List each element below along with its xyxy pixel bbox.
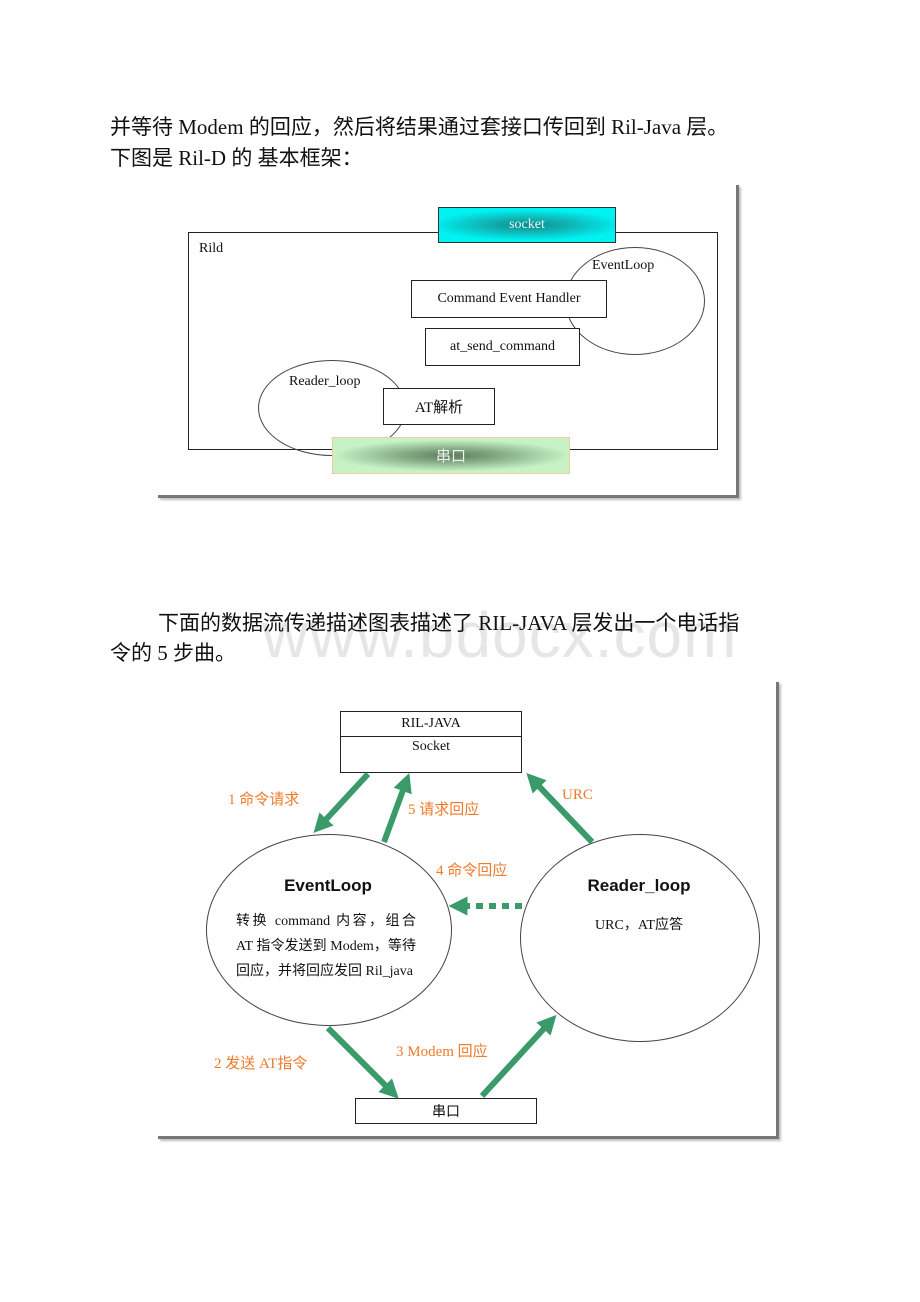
paragraph-1-line-1: 并等待 Modem 的回应，然后将结果通过套接口传回到 Ril-Java 层。 xyxy=(110,115,729,139)
paragraph-2-line-1: 下面的数据流传递描述图表描述了 RIL-JAVA 层发出一个电话指 xyxy=(158,611,740,635)
at-send-command-box: at_send_command xyxy=(425,328,580,366)
arrow-step3-modem-response xyxy=(479,1014,557,1099)
arrow-step2-send-at xyxy=(325,1025,399,1099)
step1-label: 1 命令请求 xyxy=(228,792,300,808)
rild-framework-figure: Rild EventLoop socket Command Event Hand… xyxy=(158,185,739,498)
step2-label: 2 发送 AT指令 xyxy=(214,1056,308,1072)
reader-loop-label: Reader_loop xyxy=(289,374,361,389)
at-parse-box: AT解析 xyxy=(383,388,495,425)
paragraph-2-line-2: 令的 5 步曲。 xyxy=(110,641,236,665)
paragraph-1-line-2: 下图是 Ril-D 的 基本框架： xyxy=(110,146,363,170)
step5-label: 5 请求回应 xyxy=(408,802,480,818)
command-event-handler-box: Command Event Handler xyxy=(411,280,607,318)
step3-label: 3 Modem 回应 xyxy=(396,1044,488,1060)
serial-port-box: 串口 xyxy=(332,437,570,474)
socket-box: socket xyxy=(438,207,616,243)
step4-label: 4 命令回应 xyxy=(436,863,508,879)
arrow-step5-request-response xyxy=(381,772,412,844)
eventloop-label: EventLoop xyxy=(592,258,655,273)
arrow-step1-command-request xyxy=(313,771,371,834)
rild-label: Rild xyxy=(199,241,224,256)
urc-label: URC xyxy=(562,787,593,803)
data-flow-figure: RIL-JAVA Socket EventLoop 转换 command 内容，… xyxy=(158,682,779,1139)
